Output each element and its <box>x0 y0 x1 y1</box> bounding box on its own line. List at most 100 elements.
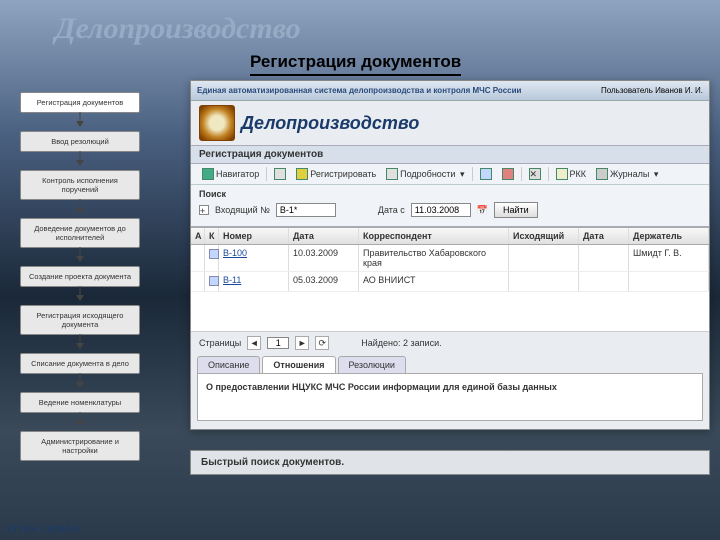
rkk-icon <box>556 168 568 180</box>
toolbar-separator <box>266 167 267 181</box>
tab-description[interactable]: Описание <box>197 356 260 373</box>
date-from-label: Дата с <box>378 205 405 215</box>
cut-button[interactable] <box>499 167 517 181</box>
pager-label: Страницы <box>199 338 241 348</box>
navigator-button[interactable]: Навигатор <box>199 167 262 181</box>
rkk-label: РКК <box>570 169 587 179</box>
details-label: Подробности <box>400 169 455 179</box>
page-input[interactable] <box>267 337 289 349</box>
table-row[interactable]: В-100 10.03.2009 Правительство Хабаровск… <box>191 245 709 272</box>
toolbar-separator <box>548 167 549 181</box>
page-refresh-button[interactable]: ⟳ <box>315 336 329 350</box>
col-correspondent[interactable]: Корреспондент <box>359 228 509 244</box>
app-name: Делопроизводство <box>241 113 419 134</box>
sidebar-item-outgoing[interactable]: Регистрация исходящего документа <box>20 305 140 335</box>
details-icon <box>386 168 398 180</box>
find-button[interactable]: Найти <box>494 202 538 218</box>
app-user: Пользователь Иванов И. И. <box>601 86 703 95</box>
grid-empty-area <box>191 292 709 332</box>
sidebar-item-resolutions[interactable]: Ввод резолюций <box>20 131 140 152</box>
date-from-input[interactable] <box>411 203 471 217</box>
records-found: Найдено: 2 записи. <box>361 338 441 348</box>
app-titlebar: Единая автоматизированная система делопр… <box>191 81 709 101</box>
slide-title: Делопроизводство <box>55 12 301 46</box>
row-doc-icon <box>209 276 219 286</box>
navigator-label: Навигатор <box>216 169 259 179</box>
col-outgoing[interactable]: Исходящий <box>509 228 579 244</box>
journal-icon <box>596 168 608 180</box>
document-icon <box>480 168 492 180</box>
cell-date: 05.03.2009 <box>289 272 359 291</box>
register-icon <box>296 168 308 180</box>
tab-relations[interactable]: Отношения <box>262 356 335 373</box>
doc-button[interactable] <box>477 167 495 181</box>
row-doc-icon <box>209 249 219 259</box>
cell-holder <box>629 272 709 291</box>
incoming-input[interactable] <box>276 203 336 217</box>
user-label: Пользователь <box>601 86 653 95</box>
app-header: Делопроизводство <box>191 101 709 145</box>
app-window: Единая автоматизированная система делопр… <box>190 80 710 430</box>
user-name: Иванов И. И. <box>655 86 703 95</box>
brand-logo: STINS COMAN <box>6 524 80 534</box>
journals-button[interactable]: Журналы ▾ <box>593 167 661 181</box>
results-grid: А К Номер Дата Корреспондент Исходящий Д… <box>191 227 709 332</box>
cell-correspondent: Правительство Хабаровского края <box>359 245 509 271</box>
table-row[interactable]: В-11 05.03.2009 АО ВНИИСТ <box>191 272 709 292</box>
cell-date2 <box>579 245 629 271</box>
grid-header: А К Номер Дата Корреспондент Исходящий Д… <box>191 227 709 245</box>
register-button[interactable]: Регистрировать <box>293 167 379 181</box>
tab-resolutions[interactable]: Резолюции <box>338 356 406 373</box>
toolbar-separator <box>472 167 473 181</box>
doc-number-link[interactable]: В-100 <box>223 248 247 258</box>
page-next-button[interactable]: ► <box>295 336 309 350</box>
description-text: О предоставлении НЦУКС МЧС России информ… <box>206 382 557 392</box>
col-holder[interactable]: Держатель <box>629 228 709 244</box>
refresh-button[interactable] <box>271 167 289 181</box>
description-box: О предоставлении НЦУКС МЧС России информ… <box>197 373 703 421</box>
col-date2[interactable]: Дата <box>579 228 629 244</box>
page-prev-button[interactable]: ◄ <box>247 336 261 350</box>
col-number[interactable]: Номер <box>219 228 289 244</box>
app-system-title: Единая автоматизированная система делопр… <box>197 86 521 95</box>
scissors-icon <box>502 168 514 180</box>
cell-correspondent: АО ВНИИСТ <box>359 272 509 291</box>
calendar-icon[interactable]: 📅 <box>477 205 488 216</box>
app-logo-icon <box>199 105 235 141</box>
col-k[interactable]: К <box>205 228 219 244</box>
journals-label: Журналы <box>610 169 649 179</box>
close-icon: ✕ <box>529 168 541 180</box>
delete-button[interactable]: ✕ <box>526 167 544 181</box>
details-button[interactable]: Подробности ▾ <box>383 167 467 181</box>
col-date[interactable]: Дата <box>289 228 359 244</box>
toolbar: Навигатор Регистрировать Подробности ▾ ✕… <box>191 164 709 185</box>
sidebar-item-control[interactable]: Контроль исполнения поручений <box>20 170 140 200</box>
register-label: Регистрировать <box>310 169 376 179</box>
cell-outgoing <box>509 245 579 271</box>
navigator-icon <box>202 168 214 180</box>
pager: Страницы ◄ ► ⟳ Найдено: 2 записи. <box>191 332 709 354</box>
section-title: Регистрация документов <box>191 145 709 164</box>
incoming-label: Входящий № <box>215 205 270 215</box>
cell-outgoing <box>509 272 579 291</box>
search-panel: Поиск + Входящий № Дата с 📅 Найти <box>191 185 709 227</box>
sidebar-item-registration[interactable]: Регистрация документов <box>20 92 140 113</box>
cell-date2 <box>579 272 629 291</box>
expand-search-toggle[interactable]: + <box>199 205 209 215</box>
slide-caption: Быстрый поиск документов. <box>190 450 710 475</box>
sidebar-item-writeoff[interactable]: Списание документа в дело <box>20 353 140 374</box>
sidebar-item-distribution[interactable]: Доведение документов до исполнителей <box>20 218 140 248</box>
sidebar-item-draft[interactable]: Создание проекта документа <box>20 266 140 287</box>
toolbar-separator <box>521 167 522 181</box>
cell-date: 10.03.2009 <box>289 245 359 271</box>
rkk-button[interactable]: РКК <box>553 167 590 181</box>
search-title: Поиск <box>199 189 701 199</box>
workflow-sidebar: Регистрация документов Ввод резолюций Ко… <box>20 92 140 479</box>
doc-number-link[interactable]: В-11 <box>223 275 241 285</box>
sidebar-item-nomenclature[interactable]: Ведение номенклатуры <box>20 392 140 413</box>
refresh-icon <box>274 168 286 180</box>
sidebar-item-admin[interactable]: Администрирование и настройки <box>20 431 140 461</box>
detail-tabs: Описание Отношения Резолюции <box>191 354 709 373</box>
cell-holder: Шмидт Г. В. <box>629 245 709 271</box>
col-a[interactable]: А <box>191 228 205 244</box>
